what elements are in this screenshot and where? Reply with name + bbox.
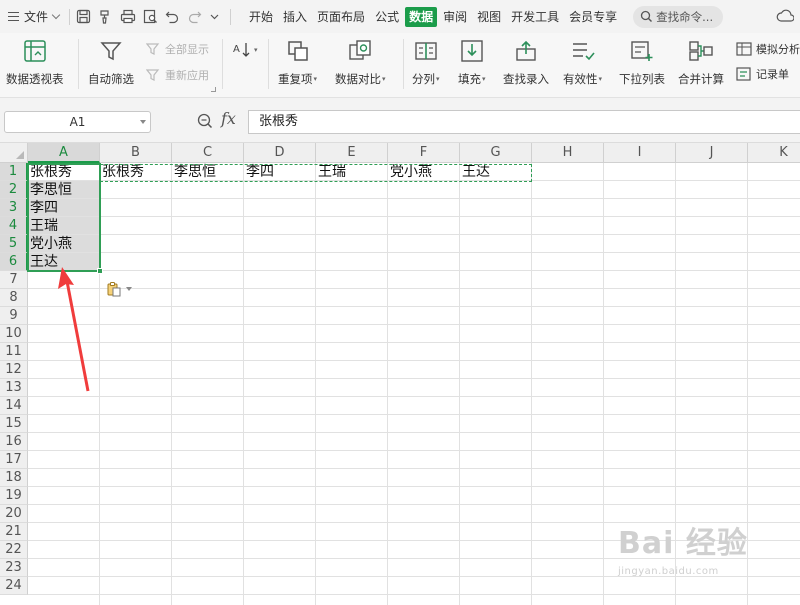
chevron-down-icon (51, 10, 61, 19)
auto-filter-label: 自动筛选 (88, 72, 134, 86)
menu-bar: 文件 开始 插入 页面布局 公式 数据 审阅 视图 开发工具 会员专享 查找命令… (0, 0, 800, 33)
record-sheet-icon (736, 67, 751, 81)
tab-developer[interactable]: 开发工具 (507, 7, 563, 27)
reapply-icon (146, 68, 160, 81)
lookup-entry-button[interactable]: 查找录入 (503, 37, 549, 87)
pivot-table-label: 数据透视表 (6, 72, 64, 86)
function-icon[interactable]: fx (221, 109, 236, 128)
tab-formulas[interactable]: 公式 (371, 7, 403, 27)
dropdown-list-button[interactable]: 下拉列表 (619, 37, 665, 87)
baidu-watermark: Bai 经验 jingyan.baidu.com (618, 518, 748, 577)
divider (230, 8, 232, 25)
undo-icon[interactable] (165, 9, 180, 24)
format-painter-icon[interactable] (98, 9, 113, 24)
watermark-url: jingyan.baidu.com (618, 566, 719, 577)
quick-access-toolbar (76, 9, 220, 24)
print-icon[interactable] (120, 9, 136, 24)
simulate-icon (736, 42, 752, 56)
redo-icon[interactable] (187, 9, 202, 24)
tab-member[interactable]: 会员专享 (565, 7, 621, 27)
file-menu[interactable]: 文件 (0, 0, 61, 33)
reapply-button[interactable]: 重新应用 (146, 67, 209, 83)
sort-icon: A (233, 43, 250, 57)
hamburger-icon (8, 12, 19, 21)
validity-icon (572, 43, 595, 61)
duplicates-text: 重复项 (278, 72, 313, 86)
formula-bar: A1 fx 张根秀 (0, 98, 800, 143)
duplicates-icon (287, 41, 308, 61)
data-compare-icon (349, 40, 371, 60)
validity-label: 有效性▾ (563, 72, 603, 86)
show-all-button[interactable]: 全部显示 (146, 41, 209, 57)
ribbon-divider (78, 39, 79, 89)
command-search[interactable]: 查找命令... (633, 5, 724, 28)
zoom-icon[interactable] (197, 113, 213, 129)
formula-input[interactable]: 张根秀 (248, 110, 800, 134)
auto-filter-button[interactable]: 自动筛选 (88, 37, 134, 87)
validity-text: 有效性 (563, 72, 598, 86)
search-icon (641, 10, 653, 22)
lookup-entry-label: 查找录入 (503, 72, 549, 86)
validity-button[interactable]: 有效性▾ (563, 37, 602, 87)
print-preview-icon[interactable] (143, 9, 158, 24)
simulate-label: 模拟分析 (756, 43, 800, 56)
split-column-button[interactable]: 分列▾ (412, 37, 440, 87)
lookup-entry-icon (516, 40, 536, 61)
reapply-label: 重新应用 (165, 69, 209, 82)
tab-home[interactable]: 开始 (245, 7, 277, 27)
fill-label: 填充▾ (458, 72, 486, 86)
name-box-value: A1 (69, 115, 86, 129)
dialog-launcher-icon[interactable] (211, 87, 216, 92)
customize-dropdown-icon[interactable] (209, 9, 220, 24)
divider (69, 8, 71, 25)
show-all-label: 全部显示 (165, 43, 209, 56)
split-column-icon (415, 42, 437, 60)
svg-text:A: A (233, 44, 240, 55)
chevron-down-icon (140, 120, 146, 124)
pivot-table-icon (24, 40, 46, 62)
spreadsheet-grid[interactable]: A B C D E F G H I J K 1 2 3 4 5 6 7 8 9 10 11 12 13 14 15 16 17 18 19… (0, 143, 800, 605)
ribbon-divider (403, 39, 404, 89)
pivot-table-button[interactable]: 数据透视表 (6, 37, 64, 87)
filter-icon (100, 42, 122, 61)
ribbon-divider (222, 39, 223, 89)
ribbon-divider (268, 39, 269, 89)
record-sheet-button[interactable]: 记录单 (736, 66, 789, 82)
data-compare-button[interactable]: 数据对比▾ (335, 37, 386, 87)
duplicates-label: 重复项▾ (278, 72, 318, 86)
cloud-icon[interactable] (776, 9, 794, 23)
command-search-placeholder: 查找命令... (656, 9, 714, 24)
name-box[interactable]: A1 (4, 111, 151, 133)
fill-text: 填充 (458, 72, 481, 86)
watermark-logo: Bai 经验 (618, 526, 748, 561)
tab-data[interactable]: 数据 (405, 6, 438, 27)
data-compare-text: 数据对比 (335, 72, 381, 86)
ribbon-tabs: 开始 插入 页面布局 公式 数据 审阅 视图 开发工具 会员专享 (245, 6, 623, 27)
tab-review[interactable]: 审阅 (439, 7, 471, 27)
ribbon: 数据透视表 自动筛选 全部显示 重新应用 A ▾ 重复项▾ 数据对比▾ 分列▾ … (0, 33, 800, 98)
show-all-icon (146, 42, 160, 55)
consolidate-icon (689, 41, 713, 61)
consolidate-button[interactable]: 合并计算 (678, 37, 724, 87)
sort-button[interactable]: A ▾ (232, 41, 258, 59)
file-menu-label: 文件 (24, 10, 49, 24)
simulate-button[interactable]: 模拟分析 (736, 41, 800, 57)
tab-insert[interactable]: 插入 (279, 7, 311, 27)
split-column-label: 分列▾ (412, 72, 440, 86)
fill-button[interactable]: 填充▾ (458, 37, 486, 87)
save-icon[interactable] (76, 9, 91, 24)
dropdown-list-icon (631, 41, 653, 61)
consolidate-label: 合并计算 (678, 72, 724, 86)
split-column-text: 分列 (412, 72, 435, 86)
tab-view[interactable]: 视图 (473, 7, 505, 27)
dropdown-list-label: 下拉列表 (619, 72, 665, 86)
tab-page-layout[interactable]: 页面布局 (313, 7, 369, 27)
fill-icon (461, 40, 483, 62)
record-sheet-label: 记录单 (756, 68, 789, 81)
data-compare-label: 数据对比▾ (335, 72, 386, 86)
chevron-down-icon: ▾ (254, 46, 258, 54)
duplicates-button[interactable]: 重复项▾ (278, 37, 317, 87)
